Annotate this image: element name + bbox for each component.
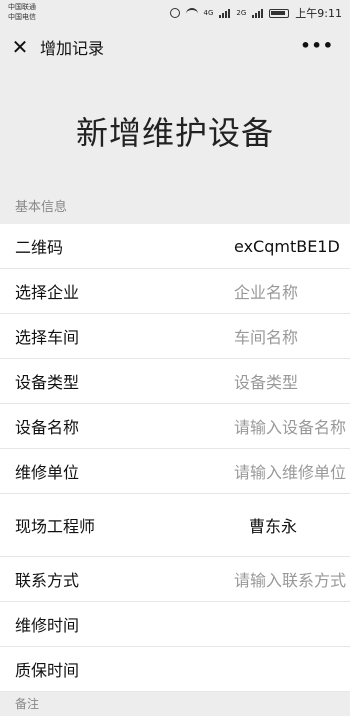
close-icon[interactable]: ✕	[0, 24, 40, 70]
company-select[interactable]: 企业名称	[234, 279, 298, 303]
warranty-time-label: 质保时间	[15, 661, 80, 680]
repair-time-row[interactable]: 维修时间	[0, 602, 350, 647]
workshop-select[interactable]: 车间名称	[234, 324, 298, 348]
signal-icon	[219, 8, 231, 18]
signal-icon-2	[252, 8, 264, 18]
repair-time-label: 维修时间	[15, 616, 80, 635]
basic-info-form: 二维码 exCqmtBE1D 选择企业 企业名称 选择车间 车间名称 设备类型 …	[0, 224, 350, 692]
more-options-icon[interactable]: •••	[300, 36, 334, 55]
device-type-select[interactable]: 设备类型	[234, 369, 298, 393]
device-name-row[interactable]: 设备名称 请输入设备名称	[0, 404, 350, 449]
repair-unit-input[interactable]: 请输入维修单位	[234, 459, 346, 483]
engineer-label: 现场工程师	[15, 517, 96, 536]
device-type-row[interactable]: 设备类型 设备类型	[0, 359, 350, 404]
contact-label: 联系方式	[15, 571, 80, 590]
alarm-icon	[169, 8, 180, 18]
repair-unit-row[interactable]: 维修单位 请输入维修单位	[0, 449, 350, 494]
qr-code-row[interactable]: 二维码 exCqmtBE1D	[0, 224, 350, 269]
navigation-bar: ✕ 增加记录 •••	[0, 24, 350, 70]
device-name-input[interactable]: 请输入设备名称	[234, 414, 346, 438]
qr-code-label: 二维码	[15, 238, 64, 257]
section-label-remarks: 备注	[15, 697, 40, 711]
company-label: 选择企业	[15, 283, 80, 302]
page-title: 增加记录	[40, 39, 105, 58]
repair-unit-label: 维修单位	[15, 463, 80, 482]
wifi-icon	[185, 8, 198, 18]
contact-row[interactable]: 联系方式 请输入联系方式	[0, 557, 350, 602]
workshop-label: 选择车间	[15, 328, 80, 347]
warranty-time-row[interactable]: 质保时间	[0, 647, 350, 692]
engineer-value: 曹东永	[249, 517, 298, 536]
battery-icon	[269, 8, 290, 18]
status-icons: 4G 2G 上午9:11	[169, 5, 342, 21]
status-bar: 中国联通 中国电信 4G 2G 上午9:11	[0, 0, 350, 24]
company-select-row[interactable]: 选择企业 企业名称	[0, 269, 350, 314]
network-type-1: 4G	[203, 9, 214, 17]
carrier-info: 中国联通 中国电信	[8, 2, 36, 22]
qr-code-value: exCqmtBE1D	[234, 236, 340, 256]
device-name-label: 设备名称	[15, 418, 80, 437]
carrier-1: 中国联通	[8, 3, 36, 11]
clock: 上午9:11	[295, 7, 342, 20]
device-type-label: 设备类型	[15, 373, 80, 392]
section-label-basic-info: 基本信息	[15, 200, 68, 215]
carrier-2: 中国电信	[8, 13, 36, 21]
contact-input[interactable]: 请输入联系方式	[234, 567, 346, 591]
workshop-select-row[interactable]: 选择车间 车间名称	[0, 314, 350, 359]
engineer-row[interactable]: 现场工程师 曹东永	[0, 494, 350, 557]
hero-title: 新增维护设备	[75, 114, 274, 152]
network-type-2: 2G	[236, 9, 247, 17]
